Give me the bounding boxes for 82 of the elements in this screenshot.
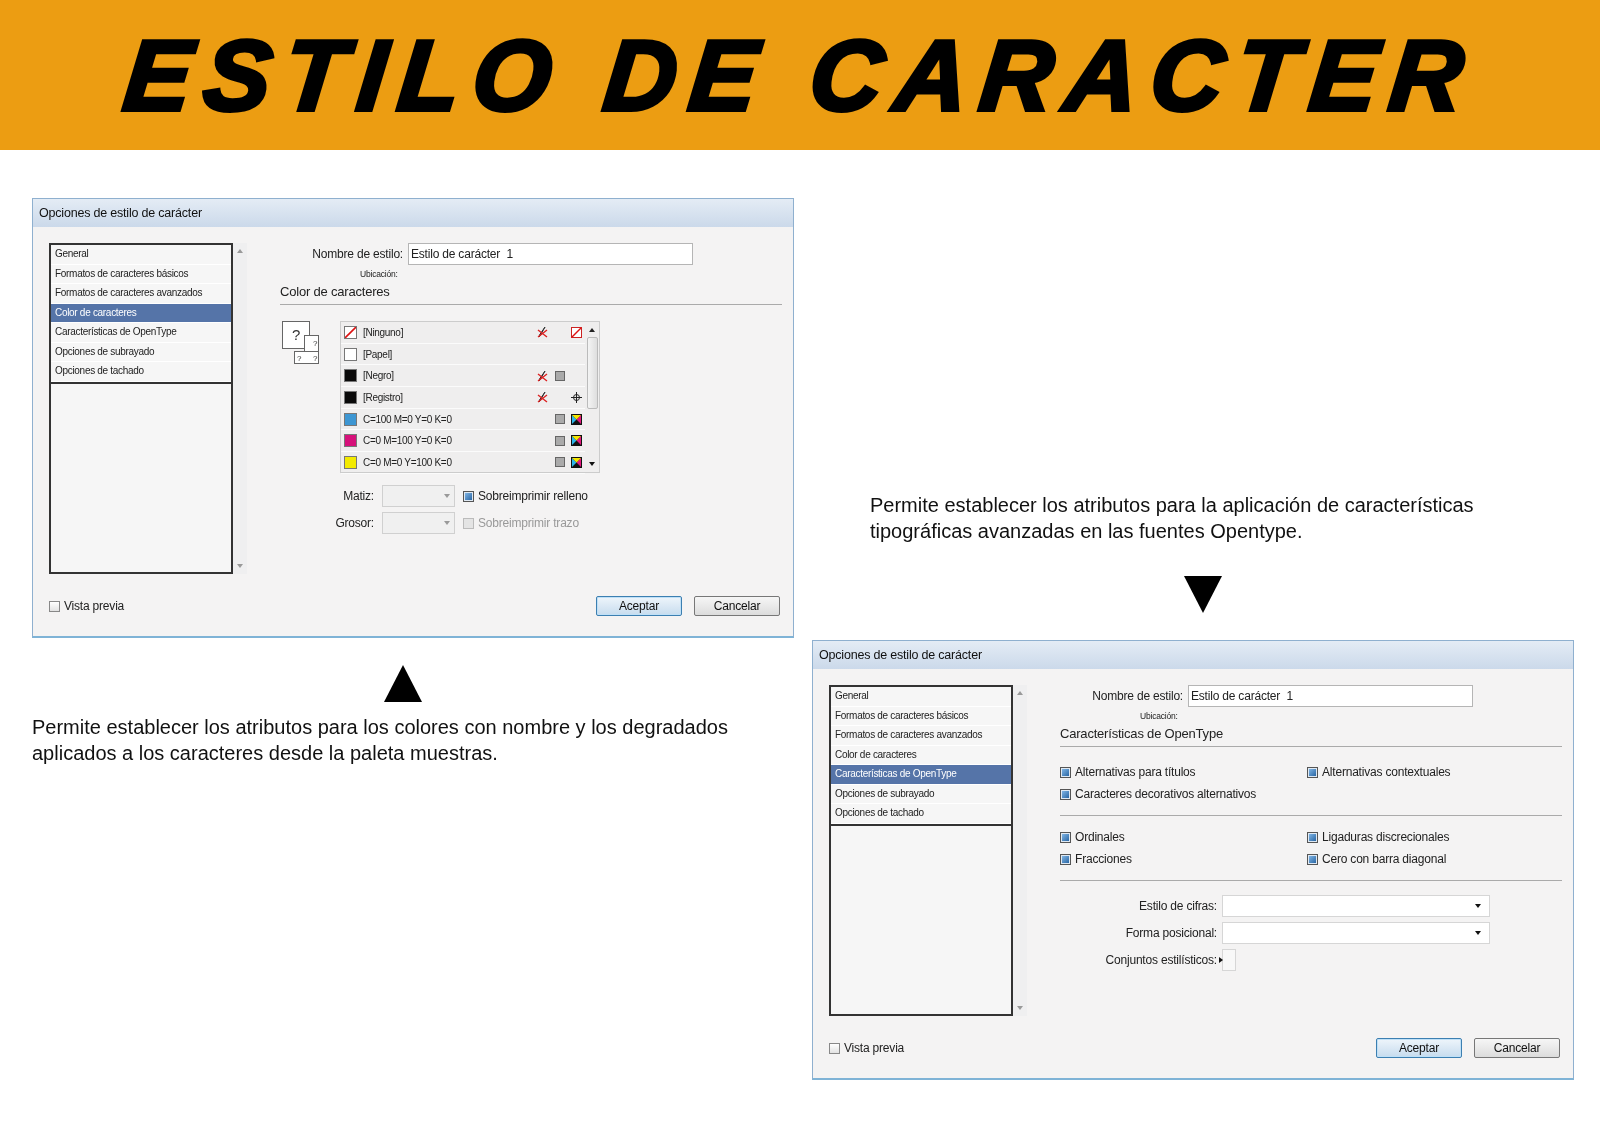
- checkbox-label: Vista previa: [844, 1041, 905, 1055]
- swatch-name: C=100 M=0 Y=0 K=0: [363, 413, 453, 425]
- description-text: Permite establecer los atributos para la aplicación de características tipográficas avanzadas en las fuentes Opentype.: [869, 493, 1475, 544]
- field-label: Matiz:: [342, 489, 374, 503]
- none-icon: [571, 326, 582, 338]
- checkbox-label: Caracteres decorativos alternativos: [1075, 787, 1257, 801]
- process-icon: [554, 414, 565, 425]
- swatch-name: [Registro]: [363, 391, 404, 403]
- description-text: Permite establecer los atributos para los colores con nombre y los degradados aplicados a los caracteres desde la paleta muestras.: [32, 715, 729, 766]
- checkbox-label: Alternativas para títulos: [1075, 765, 1196, 779]
- field-label: Nombre de estilo:: [311, 247, 403, 261]
- no-edit-icon: [537, 326, 548, 339]
- swatch-name: C=0 M=0 Y=100 K=0: [363, 456, 453, 468]
- style-name-field[interactable]: Estilo de carácter 1: [408, 243, 693, 265]
- category-item[interactable]: Opciones de tachado: [51, 362, 231, 382]
- field-label: Forma posicional:: [1124, 926, 1217, 940]
- process-icon: [554, 370, 565, 381]
- checkbox-label: Ordinales: [1075, 830, 1125, 844]
- category-item[interactable]: Características de OpenType: [831, 765, 1011, 785]
- checkbox-label: Ligaduras discrecionales: [1322, 830, 1450, 844]
- category-item[interactable]: General: [51, 245, 231, 265]
- checkbox[interactable]: [1060, 831, 1071, 843]
- banner-title: ESTILO DE CARACTER: [119, 25, 1481, 125]
- style-name-field[interactable]: Estilo de carácter 1: [1188, 685, 1473, 707]
- field-label: Estilo de cifras:: [1138, 899, 1217, 913]
- checkbox[interactable]: [1060, 853, 1071, 865]
- no-edit-icon: [537, 369, 548, 382]
- location-label: Ubicación:: [360, 269, 398, 279]
- dropdown-field[interactable]: [1222, 922, 1490, 944]
- category-item[interactable]: Color de caracteres: [51, 303, 231, 323]
- up-triangle-icon: [384, 665, 422, 702]
- cancel-button[interactable]: Cancelar: [694, 596, 780, 616]
- checkbox[interactable]: [1307, 766, 1318, 778]
- field-label: Nombre de estilo:: [1091, 689, 1183, 703]
- category-item[interactable]: Opciones de subrayado: [51, 342, 231, 362]
- category-item[interactable]: Formatos de caracteres básicos: [831, 706, 1011, 726]
- scroll-up-icon[interactable]: [589, 328, 595, 332]
- checkbox-label: Fracciones: [1075, 852, 1132, 866]
- section-title: Color de caracteres: [280, 284, 391, 299]
- process-icon: [554, 435, 565, 446]
- scroll-down-icon[interactable]: [589, 462, 595, 466]
- category-item[interactable]: Características de OpenType: [51, 323, 231, 343]
- dialog-title: Opciones de estilo de carácter: [819, 648, 982, 662]
- category-item[interactable]: Formatos de caracteres avanzados: [51, 284, 231, 304]
- cmyk-icon: [571, 456, 582, 468]
- category-item[interactable]: Opciones de tachado: [831, 804, 1011, 824]
- dropdown-field[interactable]: [1222, 895, 1490, 917]
- section-title: Características de OpenType: [1060, 726, 1224, 741]
- checkbox[interactable]: [1307, 853, 1318, 865]
- swatch-name: [Ninguno]: [363, 326, 405, 338]
- category-item[interactable]: Opciones de subrayado: [831, 784, 1011, 804]
- location-label: Ubicación:: [1140, 711, 1178, 721]
- no-edit-icon: [537, 391, 548, 404]
- field-label: Grosor:: [334, 516, 374, 530]
- cancel-button[interactable]: Cancelar: [1474, 1038, 1560, 1058]
- checkbox-label: Vista previa: [64, 599, 125, 613]
- cmyk-icon: [571, 413, 582, 425]
- scroll-thumb[interactable]: [586, 337, 598, 409]
- field-label: Conjuntos estilísticos:: [1104, 953, 1217, 967]
- checkbox-label: Alternativas contextuales: [1322, 765, 1451, 779]
- checkbox-label: Sobreimprimir relleno: [478, 489, 588, 503]
- process-icon: [554, 457, 565, 468]
- checkbox-label: Cero con barra diagonal: [1322, 852, 1447, 866]
- registration-icon: [571, 391, 582, 403]
- expand-button[interactable]: [1222, 949, 1236, 971]
- checkbox[interactable]: [1060, 766, 1071, 778]
- category-item[interactable]: Formatos de caracteres avanzados: [831, 726, 1011, 746]
- category-item[interactable]: General: [831, 687, 1011, 707]
- category-item[interactable]: Formatos de caracteres básicos: [51, 264, 231, 284]
- checkbox-label: Sobreimprimir trazo: [478, 516, 579, 530]
- ok-button[interactable]: Aceptar: [1376, 1038, 1462, 1058]
- checkbox[interactable]: [1060, 788, 1071, 800]
- cmyk-icon: [571, 435, 582, 447]
- checkbox[interactable]: [49, 600, 60, 612]
- swatch-name: [Papel]: [363, 348, 394, 360]
- dialog-title: Opciones de estilo de carácter: [39, 206, 202, 220]
- swatch-name: C=0 M=100 Y=0 K=0: [363, 435, 453, 447]
- ok-button[interactable]: Aceptar: [596, 596, 682, 616]
- checkbox[interactable]: [463, 490, 474, 502]
- checkbox[interactable]: [1307, 831, 1318, 843]
- swatch-name: [Negro]: [363, 370, 395, 382]
- checkbox[interactable]: [829, 1042, 840, 1054]
